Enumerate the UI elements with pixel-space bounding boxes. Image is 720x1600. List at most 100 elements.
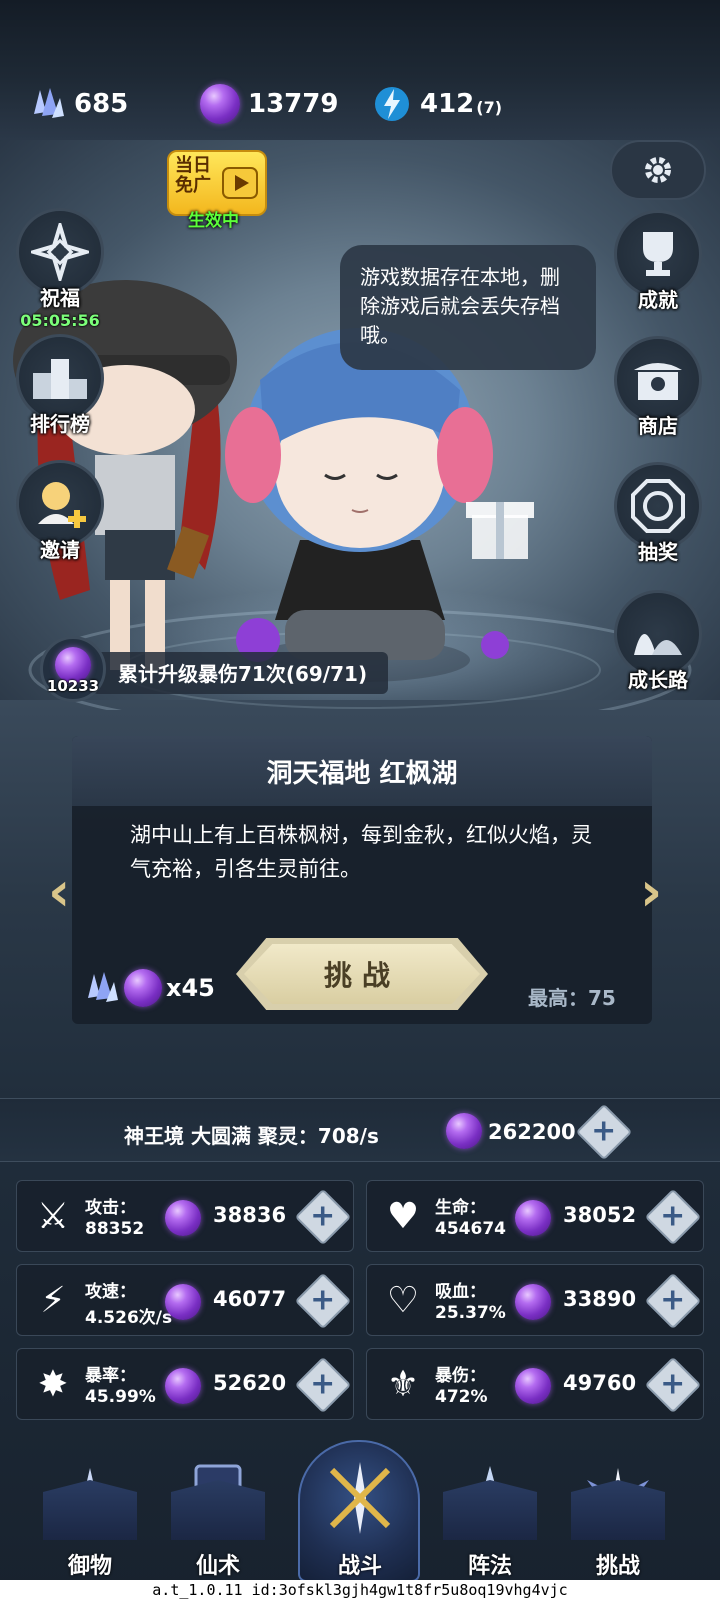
best-label: 最高： xyxy=(528,986,588,1010)
growth-path-button[interactable]: 成长路 xyxy=(610,590,706,693)
play-icon xyxy=(222,167,258,199)
attack-speed-upgrade-button[interactable]: + xyxy=(294,1272,352,1330)
invite-friend-icon xyxy=(38,482,86,528)
challenge-label: 挑战 xyxy=(244,944,480,1004)
energy-count: 412 xyxy=(420,89,475,119)
purple-orb-icon xyxy=(515,1284,551,1320)
lifesteal-heart-icon: ♡ xyxy=(386,1280,420,1321)
challenge-cost: x45 xyxy=(80,968,215,1008)
nav-label: 阵法 xyxy=(467,1554,512,1579)
ranking-button[interactable]: 排行榜 xyxy=(12,334,108,437)
nav-label: 仙术 xyxy=(195,1554,240,1579)
plus-icon: + xyxy=(310,1198,336,1234)
stat-value: 45.99% xyxy=(85,1387,156,1407)
stat-name: 暴伤： xyxy=(435,1366,486,1386)
nav-item-spells[interactable]: 仙术 xyxy=(168,1462,268,1580)
stat-value: 25.37% xyxy=(435,1303,506,1323)
lottery-label: 抽奖 xyxy=(638,540,678,564)
swift-blades-icon: ⚡ xyxy=(40,1280,66,1321)
stat-cost: 49760 xyxy=(563,1371,637,1395)
purple-orb-icon xyxy=(165,1368,201,1404)
stat-name: 生命： xyxy=(435,1198,486,1218)
blessing-star-icon xyxy=(31,223,89,281)
currency-crystal: 685 xyxy=(26,84,128,124)
blessing-button[interactable]: 祝福 05:05:56 xyxy=(12,208,108,330)
plus-icon: + xyxy=(591,1113,617,1149)
upgrade-progress-text: 累计升级暴伤71次(69/71) xyxy=(92,652,388,694)
trophy-icon xyxy=(643,232,673,276)
stat-value: 454674 xyxy=(435,1219,506,1239)
stat-name: 吸血： xyxy=(435,1282,486,1302)
plus-icon: + xyxy=(660,1198,686,1234)
stat-card-attack: ⚔ 攻击： 88352 38836 + xyxy=(16,1180,354,1252)
stat-card-crit-rate: ✸ 暴率： 45.99% 52620 + xyxy=(16,1348,354,1420)
stat-value: 4.526次/s xyxy=(85,1308,173,1328)
stat-name: 攻速： xyxy=(85,1282,136,1302)
mountain-icon xyxy=(634,634,682,655)
stat-card-attack-speed: ⚡ 攻速： 4.526次/s 46077 + xyxy=(16,1264,354,1336)
stat-name: 攻击： xyxy=(85,1198,136,1218)
crit-rate-upgrade-button[interactable]: + xyxy=(294,1356,352,1414)
stat-cost: 38052 xyxy=(563,1203,637,1227)
realm-orb-count: 262200 xyxy=(488,1120,576,1144)
stat-card-crit-damage: ⚜ 暴伤： 472% 49760 + xyxy=(366,1348,704,1420)
crystal-icon xyxy=(88,972,118,1002)
nav-item-artifacts[interactable]: 御物 xyxy=(40,1462,140,1580)
next-stage-arrow[interactable]: › xyxy=(640,862,672,922)
blessing-timer: 05:05:56 xyxy=(20,311,100,330)
achievement-label: 成就 xyxy=(638,288,678,312)
stat-name: 暴率： xyxy=(85,1366,136,1386)
upgrade-text: 累计升级暴伤71次(69/71) xyxy=(118,662,368,686)
battle-emblem-icon xyxy=(329,1462,391,1534)
plus-icon: + xyxy=(310,1366,336,1402)
podium-icon xyxy=(33,359,87,399)
crit-burst-icon: ✸ xyxy=(37,1364,69,1405)
heart-icon: ♥ xyxy=(386,1196,420,1237)
lifesteal-upgrade-button[interactable]: + xyxy=(644,1272,702,1330)
invite-label: 邀请 xyxy=(40,538,80,562)
build-info: a.t_1.0.11 id:3ofskl3gjh4gw1t8fr5u8oq19v… xyxy=(0,1580,720,1600)
stat-card-lifesteal: ♡ 吸血： 25.37% 33890 + xyxy=(366,1264,704,1336)
plus-icon: + xyxy=(660,1366,686,1402)
plus-icon: + xyxy=(310,1282,336,1318)
purple-orb-icon xyxy=(515,1200,551,1236)
plus-icon: + xyxy=(660,1282,686,1318)
prev-stage-arrow[interactable]: ‹ xyxy=(48,862,80,922)
stat-card-health: ♥ 生命： 454674 38052 + xyxy=(366,1180,704,1252)
energy-sub: (7) xyxy=(476,97,503,117)
sword-icon: ⚔ xyxy=(36,1196,70,1237)
crystal-count: 685 xyxy=(74,89,129,119)
stage-title: 洞天福地 红枫湖 xyxy=(72,736,652,806)
purple-orb-icon xyxy=(124,969,162,1007)
invite-button[interactable]: 邀请 xyxy=(12,460,108,563)
stage-description: 湖中山上有上百株枫树，每到金秋，红似火焰，灵气充裕，引各生灵前往。 xyxy=(130,823,592,881)
nav-item-formation[interactable]: 阵法 xyxy=(440,1462,540,1580)
achievement-button[interactable]: 成就 xyxy=(610,210,706,313)
crit-damage-upgrade-button[interactable]: + xyxy=(644,1356,702,1414)
gift-icon[interactable] xyxy=(466,502,534,559)
health-upgrade-button[interactable]: + xyxy=(644,1188,702,1246)
purple-orb-icon xyxy=(165,1284,201,1320)
challenge-button[interactable]: 挑战 xyxy=(236,938,488,1010)
shop-button[interactable]: 商店 xyxy=(610,336,706,439)
attack-upgrade-button[interactable]: + xyxy=(294,1188,352,1246)
nav-label: 挑战 xyxy=(595,1554,640,1579)
shop-icon xyxy=(634,363,682,400)
currency-orb: 13779 xyxy=(200,84,338,124)
lottery-button[interactable]: 抽奖 xyxy=(610,462,706,565)
ad-free-status: 生效中 xyxy=(188,211,239,231)
nav-label: 战斗 xyxy=(337,1554,382,1579)
crystal-icon xyxy=(34,88,64,118)
crit-damage-icon: ⚜ xyxy=(386,1364,420,1405)
best-value: 75 xyxy=(588,986,616,1010)
purple-orb-icon xyxy=(446,1113,482,1149)
tip-speech-bubble: 游戏数据存在本地，删除游戏后就会丢失存档哦。 xyxy=(340,245,596,370)
nav-item-battle[interactable]: 战斗 xyxy=(310,1452,410,1580)
stat-value: 472% xyxy=(435,1387,488,1407)
purple-orb-icon xyxy=(515,1368,551,1404)
nav-label: 御物 xyxy=(67,1554,112,1579)
nav-item-challenge[interactable]: 挑战 xyxy=(568,1462,668,1580)
upgrade-orb-count: 10233 xyxy=(46,677,100,695)
challenge-cost-value: x45 xyxy=(166,974,215,1002)
settings-button[interactable] xyxy=(610,140,706,200)
